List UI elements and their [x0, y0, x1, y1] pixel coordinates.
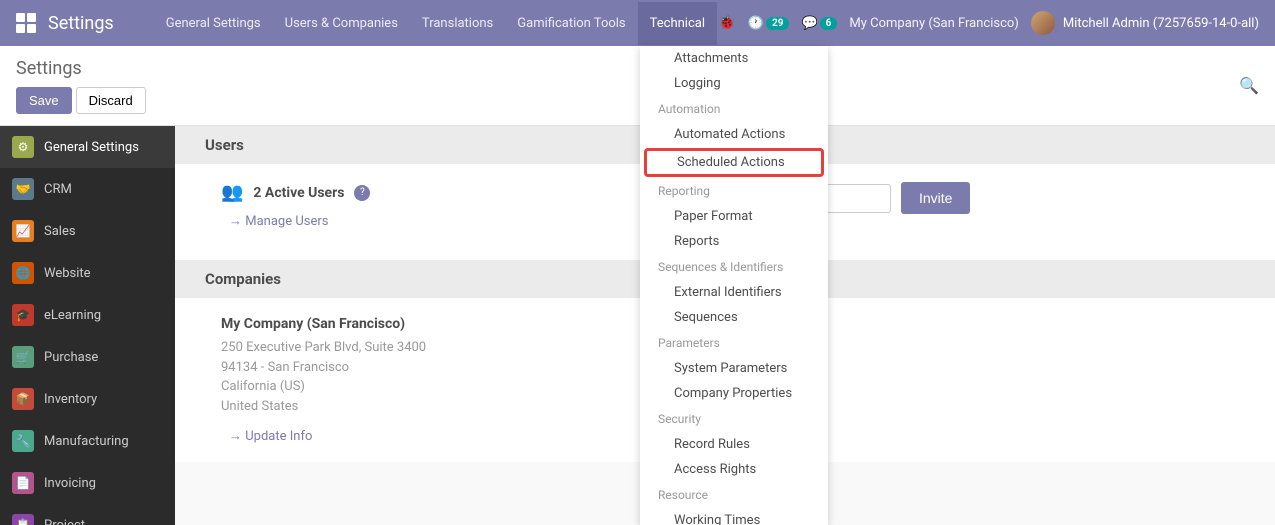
page-title: Settings: [16, 58, 146, 79]
brand-title: Settings: [48, 13, 114, 34]
project-icon: 📋: [12, 514, 34, 525]
company-name: My Company (San Francisco): [221, 316, 591, 332]
dropdown-item-attachments[interactable]: Attachments: [640, 46, 828, 71]
nav-users-companies[interactable]: Users & Companies: [273, 2, 410, 45]
sidebar-item-crm[interactable]: 🤝 CRM: [0, 168, 175, 210]
dropdown-item-logging[interactable]: Logging: [640, 71, 828, 96]
company-city: 94134 - San Francisco: [221, 358, 591, 378]
nav-menu: General Settings Users & Companies Trans…: [154, 2, 717, 45]
sidebar-item-manufacturing[interactable]: 🔧 Manufacturing: [0, 420, 175, 462]
update-info-link[interactable]: Update Info: [229, 428, 591, 444]
sidebar-item-label: eLearning: [44, 308, 101, 323]
discard-button[interactable]: Discard: [76, 87, 146, 114]
dropdown-item-working-times[interactable]: Working Times: [640, 508, 828, 525]
dropdown-item-scheduled-actions[interactable]: Scheduled Actions: [644, 148, 824, 177]
cp-buttons: Save Discard: [16, 87, 146, 114]
general-settings-icon: ⚙: [12, 136, 34, 158]
clock-icon: 🕐: [748, 16, 764, 31]
activity-indicator[interactable]: 🕐 29: [748, 16, 790, 31]
sidebar-item-project[interactable]: 📋 Project: [0, 504, 175, 525]
sidebar-item-label: Invoicing: [44, 476, 96, 491]
technical-dropdown: AttachmentsLoggingAutomationAutomated Ac…: [640, 46, 828, 525]
dropdown-item-access-rights[interactable]: Access Rights: [640, 457, 828, 482]
dropdown-item-paper-format[interactable]: Paper Format: [640, 204, 828, 229]
company-street: 250 Executive Park Blvd, Suite 3400: [221, 338, 591, 358]
dropdown-header-automation: Automation: [640, 96, 828, 122]
nav-translations[interactable]: Translations: [410, 2, 505, 45]
sales-icon: 📈: [12, 220, 34, 242]
chat-icon: 💬: [801, 16, 817, 31]
sidebar-item-label: CRM: [44, 182, 72, 197]
help-icon[interactable]: ?: [354, 185, 370, 201]
dropdown-item-automated-actions[interactable]: Automated Actions: [640, 122, 828, 147]
sidebar-item-general-settings[interactable]: ⚙ General Settings: [0, 126, 175, 168]
sidebar-item-inventory[interactable]: 📦 Inventory: [0, 378, 175, 420]
manage-users-link[interactable]: Manage Users: [229, 213, 591, 229]
navbar-right: 🐞 🕐 29 💬 6 My Company (San Francisco) Mi…: [718, 11, 1275, 35]
nav-gamification[interactable]: Gamification Tools: [505, 2, 637, 45]
cp-right: 🔍: [1239, 76, 1259, 95]
dropdown-item-record-rules[interactable]: Record Rules: [640, 432, 828, 457]
sidebar-item-website[interactable]: 🌐 Website: [0, 252, 175, 294]
chat-indicator[interactable]: 💬 6: [801, 16, 837, 31]
dropdown-item-system-parameters[interactable]: System Parameters: [640, 356, 828, 381]
sidebar-item-label: Purchase: [44, 350, 98, 365]
invoicing-icon: 📄: [12, 472, 34, 494]
sidebar-item-label: Inventory: [44, 392, 97, 407]
dropdown-item-company-properties[interactable]: Company Properties: [640, 381, 828, 406]
elearning-icon: 🎓: [12, 304, 34, 326]
nav-general-settings[interactable]: General Settings: [154, 2, 273, 45]
active-users-count: 2 Active Users: [253, 185, 344, 201]
website-icon: 🌐: [12, 262, 34, 284]
sidebar-item-label: Sales: [44, 224, 76, 239]
sidebar-item-elearning[interactable]: 🎓 eLearning: [0, 294, 175, 336]
navbar-left: Settings General Settings Users & Compan…: [0, 2, 717, 45]
dropdown-item-sequences[interactable]: Sequences: [640, 305, 828, 330]
dropdown-item-external-identifiers[interactable]: External Identifiers: [640, 280, 828, 305]
crm-icon: 🤝: [12, 178, 34, 200]
users-icon: 👥: [221, 182, 243, 203]
cp-left: Settings Save Discard: [16, 58, 146, 114]
user-menu[interactable]: Mitchell Admin (7257659-14-0-all): [1031, 11, 1259, 35]
sidebar-item-label: Project: [44, 518, 85, 525]
dropdown-header-reporting: Reporting: [640, 178, 828, 204]
dropdown-header-security: Security: [640, 406, 828, 432]
sidebar-item-label: Website: [44, 266, 91, 281]
sidebar-item-invoicing[interactable]: 📄 Invoicing: [0, 462, 175, 504]
bug-icon[interactable]: 🐞: [718, 15, 735, 31]
company-switcher[interactable]: My Company (San Francisco): [849, 16, 1018, 31]
invite-button[interactable]: Invite: [901, 182, 970, 214]
avatar: [1031, 11, 1055, 35]
settings-sidebar: ⚙ General Settings 🤝 CRM 📈 Sales 🌐 Website 🎓 eLea…: [0, 126, 175, 525]
company-state: California (US): [221, 377, 591, 397]
sidebar-item-label: General Settings: [44, 140, 139, 155]
inventory-icon: 📦: [12, 388, 34, 410]
top-navbar: Settings General Settings Users & Compan…: [0, 0, 1275, 46]
control-panel: Settings Save Discard 🔍: [0, 46, 1275, 126]
dropdown-header-resource: Resource: [640, 482, 828, 508]
apps-icon[interactable]: [16, 13, 36, 33]
activity-badge: 29: [766, 17, 789, 30]
search-icon[interactable]: 🔍: [1239, 76, 1259, 95]
chat-badge: 6: [820, 17, 838, 30]
sidebar-item-sales[interactable]: 📈 Sales: [0, 210, 175, 252]
dropdown-item-reports[interactable]: Reports: [640, 229, 828, 254]
active-users-row: 👥 2 Active Users ?: [221, 182, 591, 203]
save-button[interactable]: Save: [16, 87, 72, 114]
company-country: United States: [221, 397, 591, 417]
user-name: Mitchell Admin (7257659-14-0-all): [1063, 16, 1259, 31]
sidebar-item-label: Manufacturing: [44, 434, 129, 449]
dropdown-header-parameters: Parameters: [640, 330, 828, 356]
sidebar-item-purchase[interactable]: 🛒 Purchase: [0, 336, 175, 378]
manufacturing-icon: 🔧: [12, 430, 34, 452]
purchase-icon: 🛒: [12, 346, 34, 368]
dropdown-header-sequences-identifiers: Sequences & Identifiers: [640, 254, 828, 280]
nav-technical[interactable]: Technical: [638, 2, 717, 45]
main-layout: ⚙ General Settings 🤝 CRM 📈 Sales 🌐 Website 🎓 eLea…: [0, 126, 1275, 525]
